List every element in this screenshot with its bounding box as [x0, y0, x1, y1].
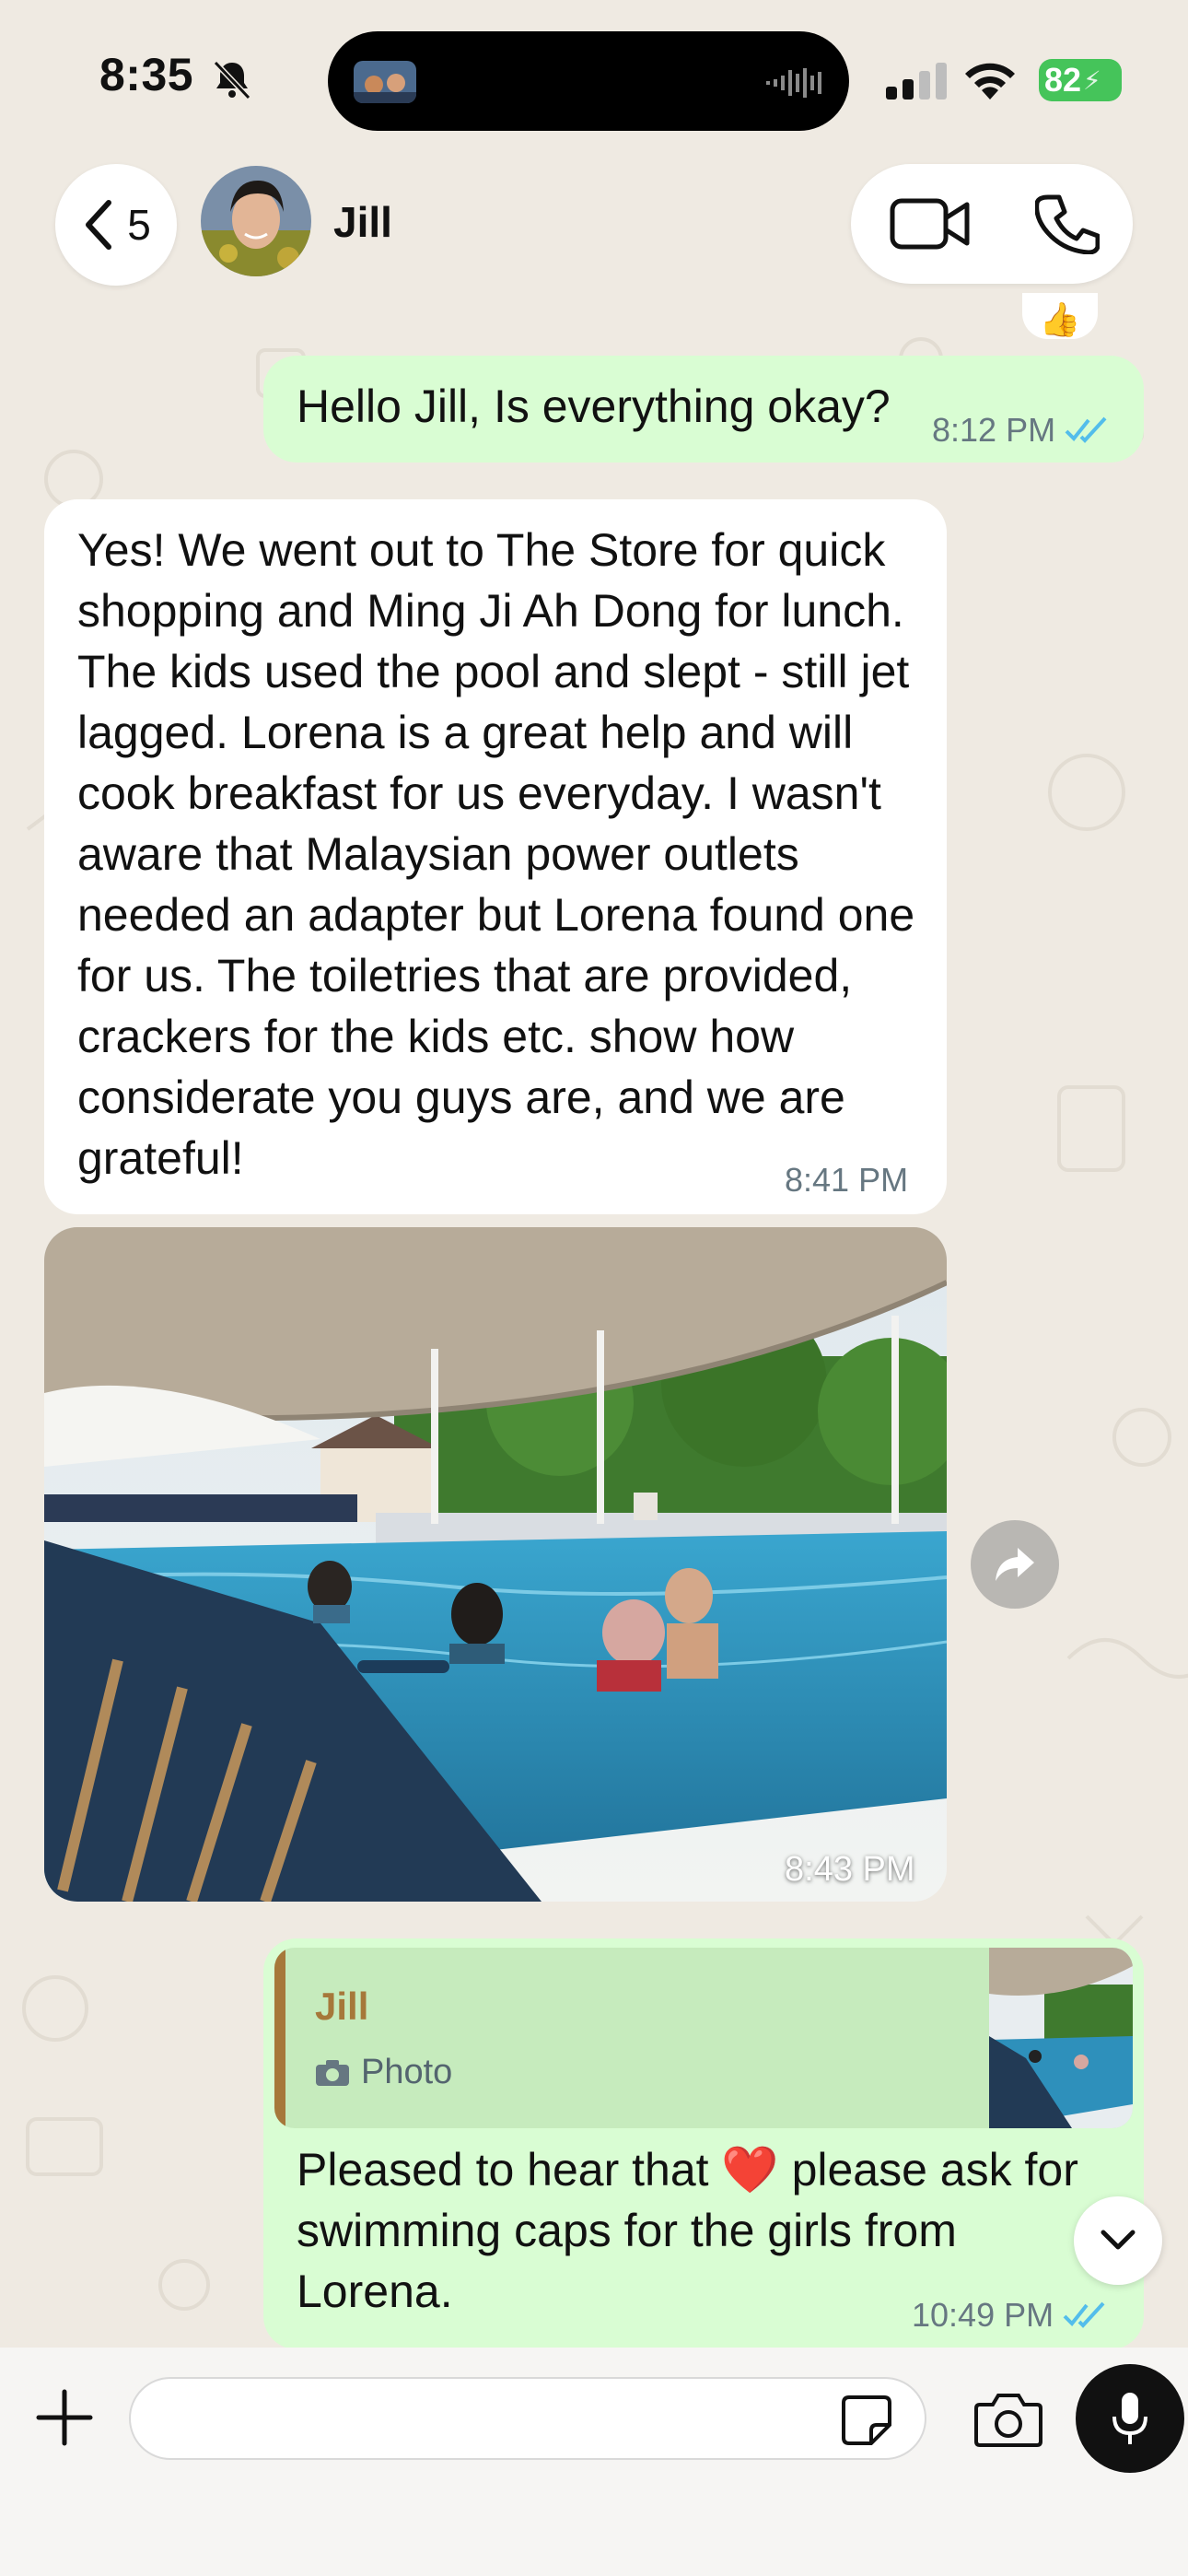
- camera-icon[interactable]: [974, 2390, 1042, 2449]
- message-time: 10:49 PM: [912, 2296, 1054, 2334]
- cellular-signal-icon: [886, 63, 947, 100]
- avatar[interactable]: [201, 166, 311, 276]
- camera-small-icon: [316, 2059, 349, 2086]
- quote-type: Photo: [315, 2053, 452, 2092]
- charging-bolt-icon: ⚡: [1083, 65, 1101, 95]
- status-time: 8:35: [99, 49, 194, 100]
- battery-indicator: 82 ⚡: [1039, 59, 1122, 101]
- message-meta: 8:12 PM: [932, 411, 1111, 450]
- message-time: 8:12 PM: [932, 411, 1056, 449]
- contact-name[interactable]: Jill: [333, 197, 392, 247]
- message-reaction[interactable]: 👍: [1022, 293, 1098, 339]
- message-meta: 10:49 PM: [912, 2296, 1109, 2335]
- message-input[interactable]: [129, 2377, 926, 2460]
- double-check-read-icon: [1065, 416, 1107, 443]
- battery-level: 82: [1044, 61, 1082, 99]
- chevron-left-icon: [86, 200, 112, 250]
- bell-muted-icon: [213, 60, 251, 100]
- now-playing-artwork[interactable]: [354, 61, 416, 103]
- call-actions: [851, 164, 1133, 284]
- scroll-to-bottom-button[interactable]: [1074, 2196, 1162, 2285]
- outgoing-message-bubble[interactable]: Hello Jill, Is everything okay? 8:12 PM: [263, 356, 1144, 463]
- voice-message-button[interactable]: [1076, 2364, 1184, 2473]
- message-text: Hello Jill, Is everything okay?: [297, 381, 891, 432]
- video-call-icon[interactable]: [890, 195, 971, 252]
- wifi-icon: [965, 63, 1015, 100]
- plus-icon[interactable]: [33, 2386, 96, 2449]
- quoted-message[interactable]: Jill Photo: [274, 1948, 1133, 2128]
- quote-accent-bar: [274, 1948, 285, 2128]
- sticker-icon[interactable]: [840, 2394, 893, 2447]
- quote-thumbnail: [989, 1948, 1133, 2128]
- audio-wave-icon: [766, 68, 821, 98]
- back-button[interactable]: 5: [55, 164, 177, 286]
- quote-type-label: Photo: [361, 2053, 453, 2091]
- unread-chats-count: 5: [127, 201, 151, 249]
- photo-message[interactable]: [44, 1227, 947, 1902]
- double-check-read-icon: [1063, 2301, 1105, 2328]
- pool-photo: [44, 1227, 947, 1902]
- quote-author: Jill: [315, 1985, 369, 2028]
- forward-button[interactable]: [971, 1520, 1059, 1609]
- incoming-message-bubble[interactable]: Yes! We went out to The Store for quick …: [44, 499, 947, 1214]
- phone-call-icon[interactable]: [1035, 193, 1100, 254]
- forward-arrow-icon: [996, 1548, 1034, 1581]
- message-time: 8:41 PM: [785, 1161, 909, 1199]
- microphone-icon: [1112, 2393, 1147, 2444]
- message-text: Yes! We went out to The Store for quick …: [77, 524, 915, 1184]
- message-time: 8:43 PM: [785, 1850, 915, 1889]
- message-text: Pleased to hear that ❤️ please ask for s…: [297, 2144, 1078, 2317]
- chevron-down-icon: [1101, 2230, 1136, 2250]
